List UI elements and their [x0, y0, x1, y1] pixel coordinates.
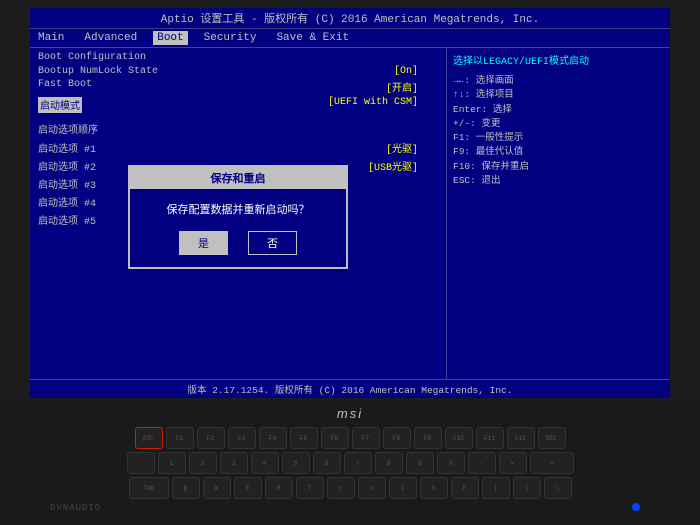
- dialog-body: 保存配置数据并重新启动吗？ 是 否: [130, 189, 346, 267]
- key-5[interactable]: 5: [282, 452, 310, 474]
- dvnaudio-label: DVNAUDIO: [50, 503, 101, 513]
- menu-advanced[interactable]: Advanced: [80, 31, 141, 45]
- key-esc[interactable]: ESC: [135, 427, 163, 449]
- keyboard-area: msi ESC F1 F2 F3 F4 F5 F6 F7 F8 F9 F10 F…: [0, 400, 700, 525]
- save-restart-dialog: 保存和重启 保存配置数据并重新启动吗？ 是 否: [128, 165, 348, 269]
- help-line-2: ↑↓: 选择项目: [453, 88, 664, 102]
- key-f7[interactable]: F7: [352, 427, 380, 449]
- keyboard-row-1: ESC F1 F2 F3 F4 F5 F6 F7 F8 F9 F10 F11 F…: [135, 427, 566, 449]
- dialog-message: 保存配置数据并重新启动吗？: [146, 201, 330, 217]
- key-backspace[interactable]: ⌫: [530, 452, 574, 474]
- laptop-frame: Aptio 设置工具 - 版权所有 (C) 2016 American Mega…: [0, 0, 700, 525]
- key-e[interactable]: E: [234, 477, 262, 499]
- dialog-overlay: 保存和重启 保存配置数据并重新启动吗？ 是 否: [30, 48, 446, 386]
- key-tab[interactable]: TAB: [129, 477, 169, 499]
- dialog-yes-button[interactable]: 是: [179, 231, 228, 255]
- key-3[interactable]: 3: [220, 452, 248, 474]
- key-1[interactable]: 1: [158, 452, 186, 474]
- key-w[interactable]: W: [203, 477, 231, 499]
- help-line-6: F9: 最佳代认值: [453, 145, 664, 159]
- dialog-title: 保存和重启: [130, 167, 346, 189]
- bios-screen: Aptio 设置工具 - 版权所有 (C) 2016 American Mega…: [30, 8, 670, 398]
- help-line-5: F1: 一般性提示: [453, 131, 664, 145]
- right-panel: 选择以LEGACY/UEFI模式启动 →←: 选择画面 ↑↓: 选择项目 Ent…: [446, 48, 670, 386]
- key-f12[interactable]: F12: [507, 427, 535, 449]
- key-f9[interactable]: F9: [414, 427, 442, 449]
- bios-content: Boot Configuration Bootup NumLock State …: [30, 48, 670, 386]
- key-f6[interactable]: F6: [321, 427, 349, 449]
- key-minus[interactable]: -: [468, 452, 496, 474]
- key-t[interactable]: T: [296, 477, 324, 499]
- key-2[interactable]: 2: [189, 452, 217, 474]
- key-8[interactable]: 8: [375, 452, 403, 474]
- key-del[interactable]: DEL: [538, 427, 566, 449]
- menu-main[interactable]: Main: [34, 31, 68, 45]
- key-f2[interactable]: F2: [197, 427, 225, 449]
- key-f3[interactable]: F3: [228, 427, 256, 449]
- key-backtick[interactable]: `: [127, 452, 155, 474]
- left-panel: Boot Configuration Bootup NumLock State …: [30, 48, 446, 386]
- key-i[interactable]: I: [389, 477, 417, 499]
- key-4[interactable]: 4: [251, 452, 279, 474]
- key-7[interactable]: 7: [344, 452, 372, 474]
- key-p[interactable]: P: [451, 477, 479, 499]
- key-r[interactable]: R: [265, 477, 293, 499]
- bios-header: Aptio 设置工具 - 版权所有 (C) 2016 American Mega…: [30, 8, 670, 29]
- key-f4[interactable]: F4: [259, 427, 287, 449]
- dialog-no-button[interactable]: 否: [248, 231, 297, 255]
- key-backslash[interactable]: \: [544, 477, 572, 499]
- bios-title: Aptio 设置工具 - 版权所有 (C) 2016 American Mega…: [161, 14, 539, 26]
- power-indicator: [632, 503, 640, 511]
- key-f8[interactable]: F8: [383, 427, 411, 449]
- key-u[interactable]: U: [358, 477, 386, 499]
- menu-bar: Main Advanced Boot Security Save & Exit: [30, 29, 670, 48]
- help-line-1: →←: 选择画面: [453, 74, 664, 88]
- key-q[interactable]: Q: [172, 477, 200, 499]
- key-rbracket[interactable]: ]: [513, 477, 541, 499]
- key-f10[interactable]: F10: [445, 427, 473, 449]
- key-y[interactable]: Y: [327, 477, 355, 499]
- laptop-brand-label: msi: [337, 406, 363, 421]
- bios-footer-text: 版本 2.17.1254. 版权所有 (C) 2016 American Meg…: [188, 385, 513, 396]
- key-9[interactable]: 9: [406, 452, 434, 474]
- dialog-buttons: 是 否: [146, 231, 330, 255]
- key-lbracket[interactable]: [: [482, 477, 510, 499]
- help-line-8: ESC: 退出: [453, 174, 664, 188]
- help-text: →←: 选择画面 ↑↓: 选择项目 Enter: 选择 +/-: 变更 F1: …: [453, 74, 664, 188]
- key-equal[interactable]: =: [499, 452, 527, 474]
- keyboard-row-3: TAB Q W E R T Y U I O P [ ] \: [129, 477, 572, 499]
- menu-boot[interactable]: Boot: [153, 31, 187, 45]
- help-line-4: +/-: 变更: [453, 117, 664, 131]
- key-f5[interactable]: F5: [290, 427, 318, 449]
- help-line-3: Enter: 选择: [453, 103, 664, 117]
- keyboard-row-2: ` 1 2 3 4 5 6 7 8 9 0 - = ⌫: [127, 452, 574, 474]
- help-line-7: F10: 保存并重启: [453, 160, 664, 174]
- key-0[interactable]: 0: [437, 452, 465, 474]
- key-o[interactable]: O: [420, 477, 448, 499]
- menu-save-exit[interactable]: Save & Exit: [272, 31, 353, 45]
- key-f1[interactable]: F1: [166, 427, 194, 449]
- right-panel-title: 选择以LEGACY/UEFI模式启动: [453, 52, 664, 68]
- key-f11[interactable]: F11: [476, 427, 504, 449]
- menu-security[interactable]: Security: [200, 31, 261, 45]
- key-6[interactable]: 6: [313, 452, 341, 474]
